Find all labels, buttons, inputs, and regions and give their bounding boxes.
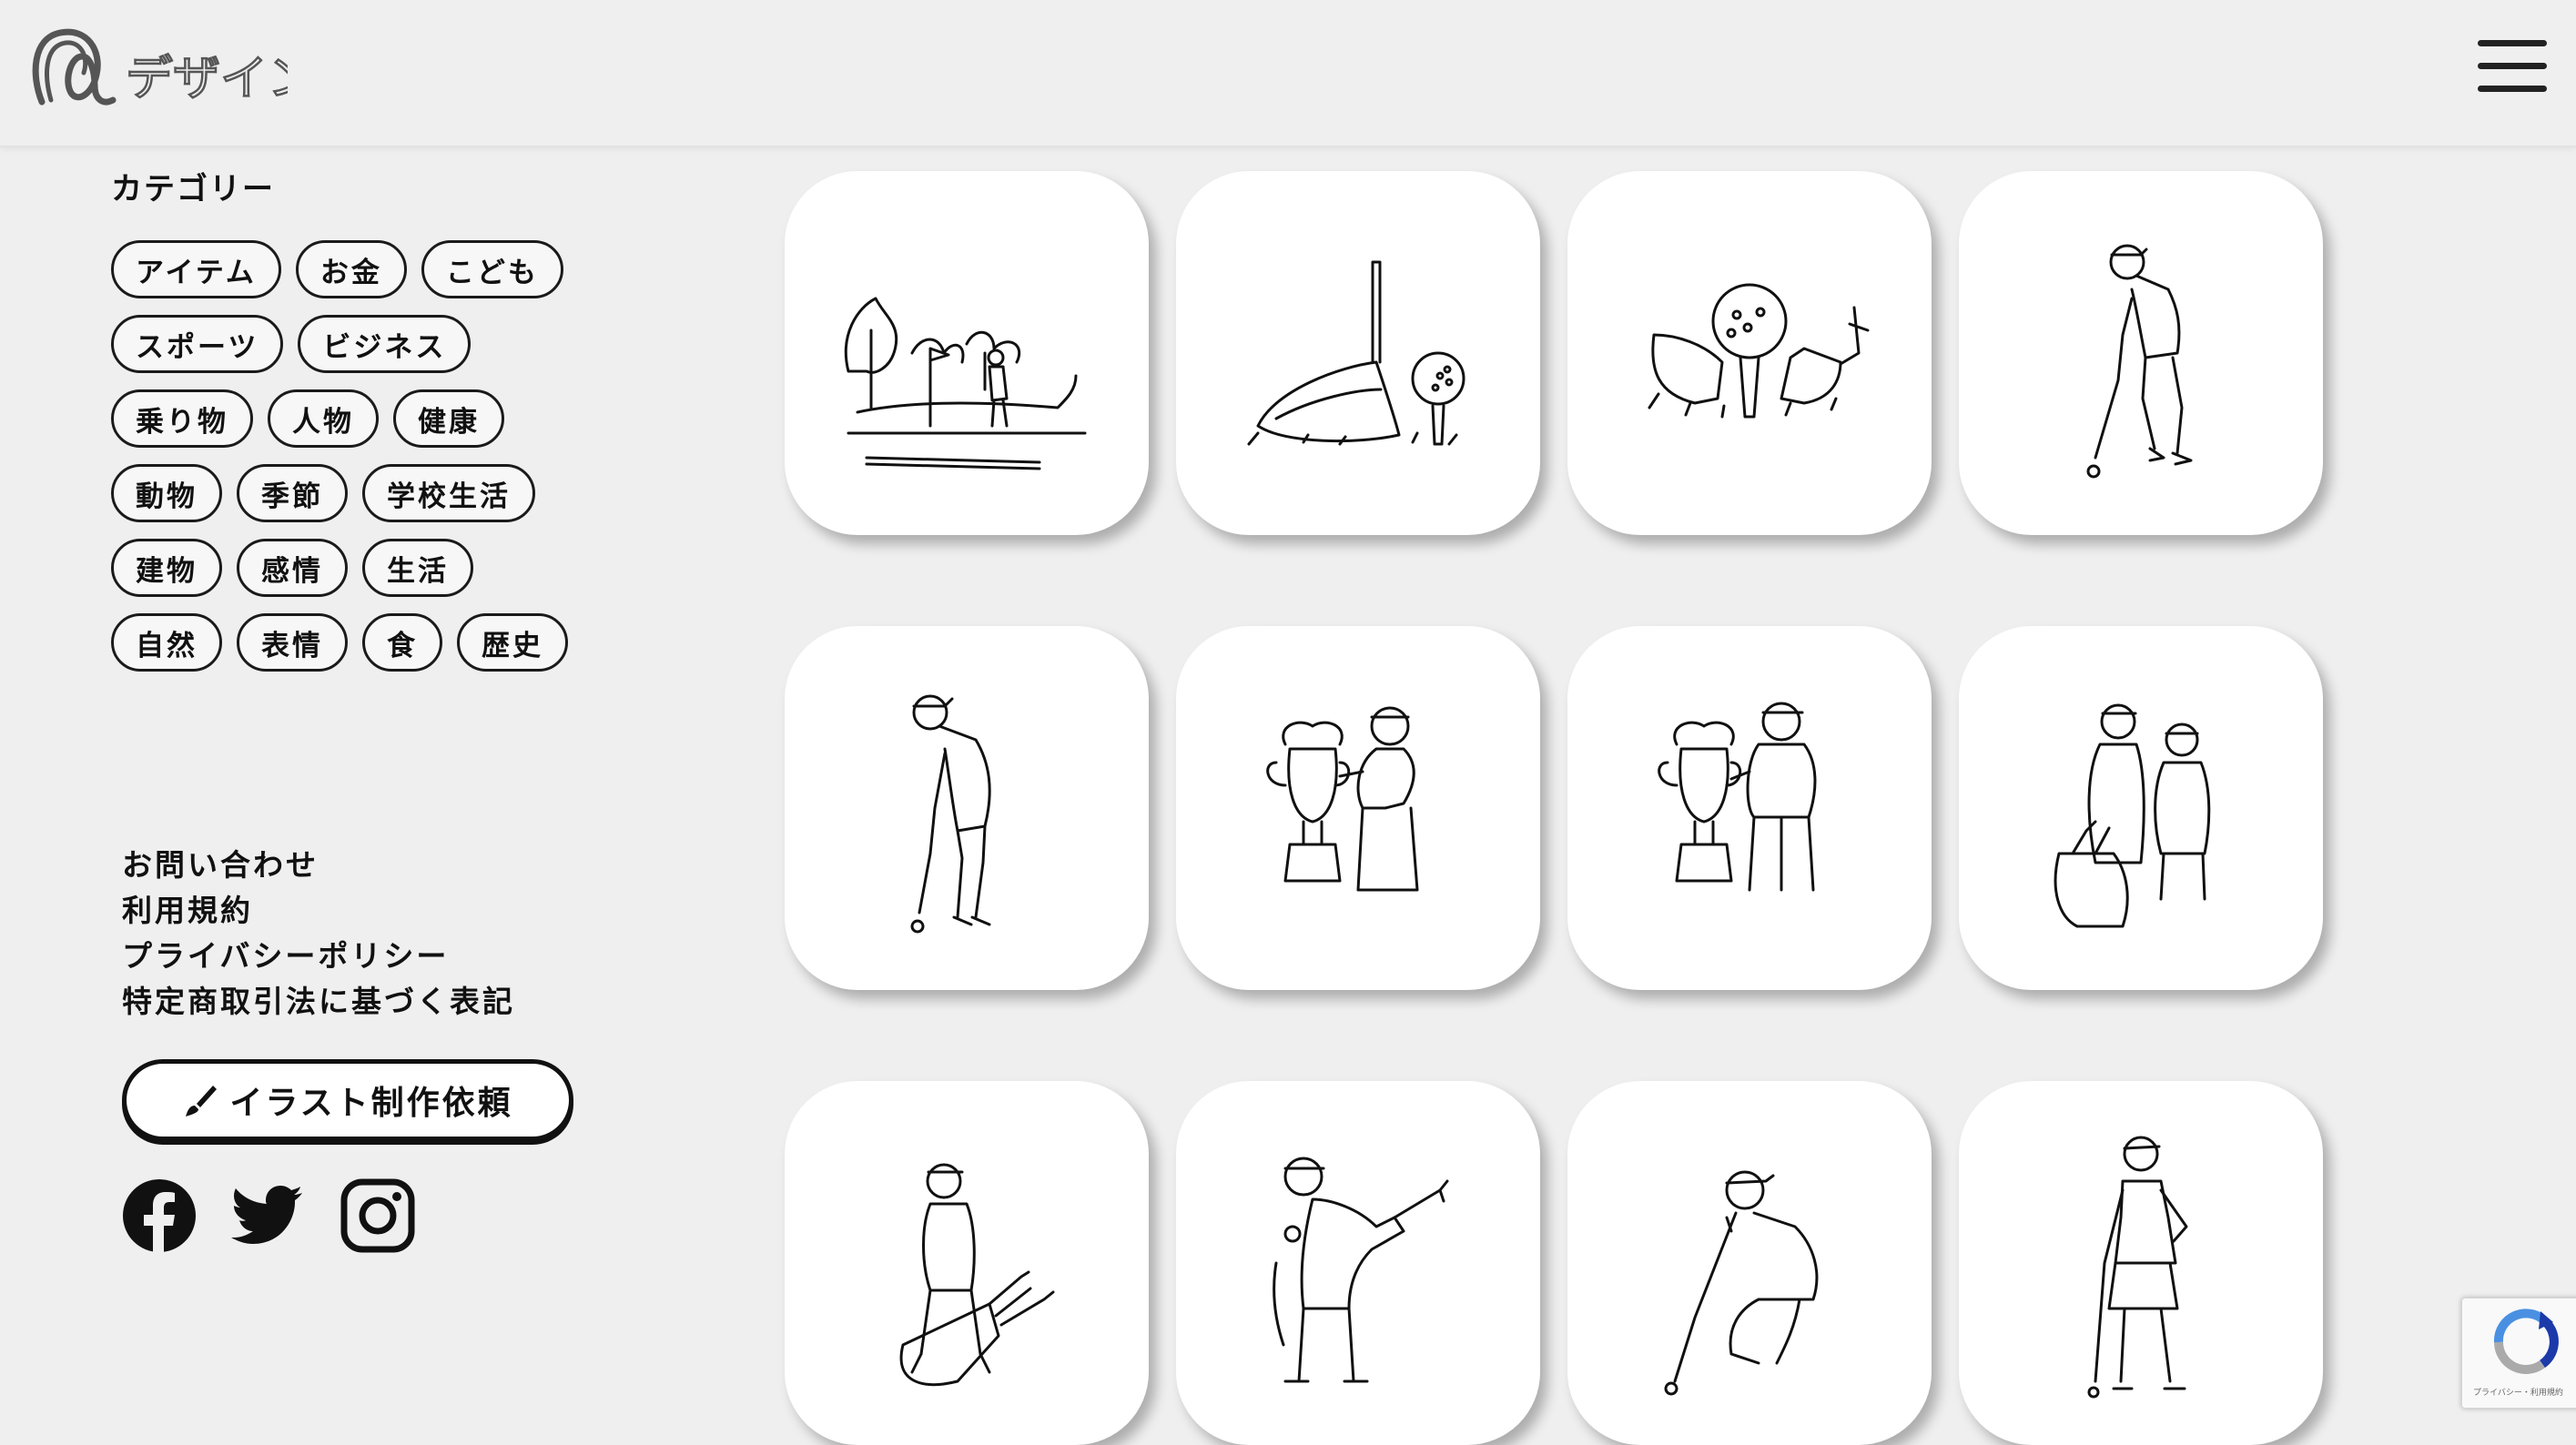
tag-item[interactable]: アイテム (111, 240, 281, 298)
twitter-icon[interactable] (229, 1178, 304, 1253)
tag-row: 建物 感情 生活 (111, 539, 473, 597)
tag-row: アイテム お金 こども (111, 240, 563, 298)
tag-children[interactable]: こども (421, 240, 563, 298)
man-trophy-card[interactable] (1567, 626, 1932, 990)
tag-row: 乗り物 人物 健康 (111, 389, 504, 448)
tag-money[interactable]: お金 (295, 240, 407, 298)
tag-row: 自然 表情 食 歴史 (111, 613, 568, 672)
golfer-putting-icon (2086, 244, 2193, 479)
tag-food[interactable]: 食 (362, 613, 442, 672)
privacy-policy-link[interactable]: プライバシーポリシー (122, 934, 515, 979)
logo-text: デザイン (126, 52, 288, 106)
golf-ball-tee-icon (1648, 283, 1870, 419)
recaptcha-badge[interactable]: プライバシー・利用規約 (2461, 1298, 2576, 1409)
category-title: カテゴリー (111, 171, 275, 207)
tag-expressions[interactable]: 表情 (237, 613, 348, 672)
tag-buildings[interactable]: 建物 (111, 539, 222, 597)
golfer-crouch-icon (1664, 1170, 1819, 1396)
golfer-reading-green-card[interactable] (1567, 1081, 1932, 1445)
golf-couple-card[interactable] (1959, 626, 2323, 990)
tag-animals[interactable]: 動物 (111, 464, 222, 522)
recaptcha-footer-text: プライバシー・利用規約 (2473, 1389, 2563, 1398)
tag-daily-life[interactable]: 生活 (362, 539, 473, 597)
contact-link[interactable]: お問い合わせ (122, 843, 515, 888)
site-logo[interactable]: デザイン (24, 20, 316, 118)
recaptcha-icon (2493, 1309, 2559, 1374)
golfer-swinging-card[interactable] (1176, 1081, 1540, 1445)
tag-row: 動物 季節 学校生活 (111, 464, 535, 522)
golf-ball-tee-card[interactable] (1567, 171, 1932, 535)
tag-school-life[interactable]: 学校生活 (362, 464, 535, 522)
site-header: デザイン (0, 0, 2576, 147)
tag-business[interactable]: ビジネス (298, 315, 472, 373)
trophy-icon (1658, 702, 1817, 892)
tag-people[interactable]: 人物 (268, 389, 379, 448)
golf-course-card[interactable] (785, 171, 1149, 535)
request-button-label: イラスト制作依頼 (229, 1085, 513, 1122)
menu-icon[interactable] (2478, 36, 2547, 96)
golf-course-icon (844, 297, 1087, 470)
tag-sports[interactable]: スポーツ (111, 315, 284, 373)
tag-history[interactable]: 歴史 (457, 613, 568, 672)
woman-golfer-standing-card[interactable] (1959, 1081, 2323, 1445)
woman-trophy-card[interactable] (1176, 626, 1540, 990)
tag-emotions[interactable]: 感情 (237, 539, 348, 597)
terms-link[interactable]: 利用規約 (122, 888, 515, 934)
golfer-with-bag-card[interactable] (785, 1081, 1149, 1445)
tag-row: スポーツ ビジネス (111, 315, 472, 373)
tag-nature[interactable]: 自然 (111, 613, 222, 672)
golfer-putting-woman-card[interactable] (785, 626, 1149, 990)
tag-vehicles[interactable]: 乗り物 (111, 389, 253, 448)
golf-couple-icon (2054, 703, 2211, 928)
golfer-putting-card[interactable] (1959, 171, 2323, 535)
instagram-icon[interactable] (340, 1178, 415, 1253)
tag-health[interactable]: 健康 (393, 389, 504, 448)
illustration-request-button[interactable]: イラスト制作依頼 (122, 1059, 573, 1141)
golf-driver-ball-card[interactable] (1176, 171, 1540, 535)
footer-links: お問い合わせ 利用規約 プライバシーポリシー 特定商取引法に基づく表記 (122, 843, 515, 1025)
woman-golfer-icon (2087, 1136, 2188, 1399)
trophy-icon (1266, 706, 1419, 892)
sidebar: カテゴリー アイテム お金 こども スポーツ ビジネス 乗り物 人物 健康 動物… (0, 146, 728, 1421)
golfer-putting-woman-icon (910, 694, 991, 934)
brush-icon (186, 1086, 218, 1117)
facebook-icon[interactable] (122, 1178, 197, 1253)
golf-driver-icon (1247, 260, 1465, 446)
commerce-law-link[interactable]: 特定商取引法に基づく表記 (122, 979, 515, 1025)
golfer-bag-icon (899, 1163, 1055, 1387)
golfer-swing-icon (1273, 1157, 1449, 1383)
tag-seasons[interactable]: 季節 (237, 464, 348, 522)
